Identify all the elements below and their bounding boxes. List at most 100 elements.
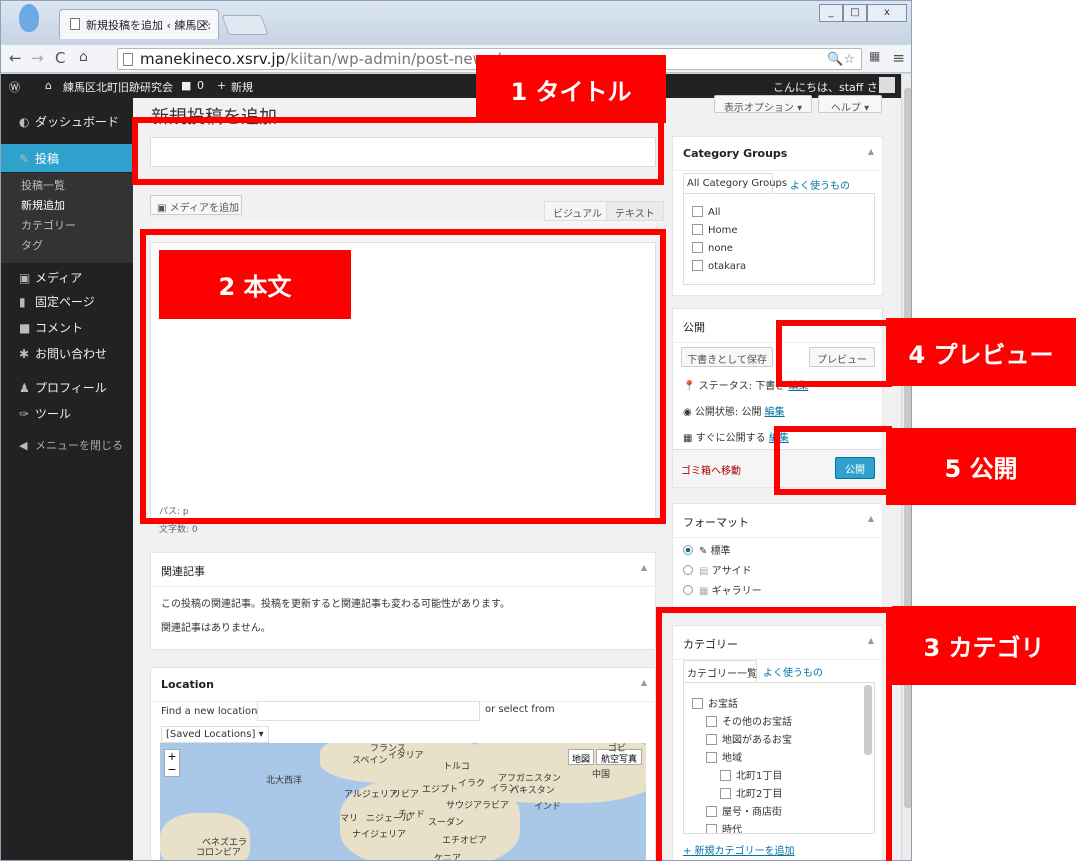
publish-title: 公開	[683, 321, 705, 334]
new-content-link[interactable]: 新規	[231, 79, 253, 95]
title-highlight-frame	[132, 117, 664, 185]
map-label: 中国	[592, 770, 611, 780]
new-tab-button[interactable]	[221, 15, 269, 35]
zoom-in-button[interactable]: +	[167, 750, 176, 763]
checkbox[interactable]	[692, 206, 703, 217]
back-icon[interactable]: ←	[9, 49, 22, 67]
list-item[interactable]: otakara	[692, 260, 746, 272]
option-label: 標準	[710, 546, 731, 557]
checkbox[interactable]	[692, 224, 703, 235]
extension-icon[interactable]: ▦	[869, 49, 880, 63]
map-label: コロンビア	[196, 848, 242, 858]
radio[interactable]	[683, 565, 693, 575]
comment-icon[interactable]: ■	[181, 79, 191, 92]
aside-icon: ▤	[699, 566, 712, 577]
sidebar-item-profile[interactable]: ♟ プロフィール	[1, 376, 133, 398]
schedule-text: すぐに公開する	[695, 433, 766, 444]
list-item[interactable]: Home	[692, 224, 738, 236]
map-label: アルジェリア	[344, 790, 398, 800]
map-label: チャド	[398, 810, 425, 820]
plus-icon[interactable]: +	[217, 79, 226, 92]
add-media-button[interactable]: ▣ メディアを追加	[150, 195, 242, 215]
list-item[interactable]: none	[692, 242, 733, 254]
sidebar-item-comments[interactable]: ■ コメント	[1, 316, 133, 338]
format-option-aside[interactable]: ▤ アサイド	[683, 562, 752, 577]
avatar[interactable]	[879, 77, 895, 93]
checkbox[interactable]	[692, 242, 703, 253]
maximize-button[interactable]: □	[843, 4, 867, 22]
pin-icon: ✎	[19, 152, 30, 166]
screen-options-button[interactable]: 表示オプション ▾	[714, 95, 812, 114]
minimize-button[interactable]: _	[819, 4, 843, 22]
location-input[interactable]	[257, 701, 480, 721]
page-icon	[123, 53, 133, 66]
related-title: 関連記事	[161, 565, 205, 578]
radio[interactable]	[683, 585, 693, 595]
page-icon	[70, 18, 80, 30]
saved-locations-select[interactable]: [Saved Locations] ▾	[161, 726, 269, 743]
format-option-gallery[interactable]: ▦ ギャラリー	[683, 582, 762, 597]
save-draft-button[interactable]: 下書きとして保存	[681, 347, 773, 367]
home-icon[interactable]: ⌂	[79, 49, 88, 65]
callout-publish: 5 公開	[886, 428, 1076, 505]
reload-icon[interactable]: C	[55, 49, 65, 67]
option-label: ギャラリー	[711, 586, 762, 597]
collapse-arrow-icon[interactable]: ▲	[868, 147, 874, 156]
sidebar-item-pages[interactable]: ▮ 固定ページ	[1, 290, 133, 312]
map-label: サウジアラビア	[446, 801, 510, 811]
related-none: 関連記事はありません。	[161, 623, 271, 634]
collapse-icon: ◀	[19, 439, 28, 452]
submenu-all-posts[interactable]: 投稿一覧	[21, 177, 65, 193]
user-icon: ♟	[19, 381, 30, 395]
collapse-arrow-icon[interactable]: ▲	[641, 563, 647, 572]
home-icon[interactable]: ⌂	[45, 79, 52, 92]
related-desc: この投稿の関連記事。投稿を更新すると関連記事も変わる可能性があります。	[161, 599, 510, 610]
close-tab-icon[interactable]: ×	[201, 17, 210, 30]
submenu-add-new[interactable]: 新規追加	[21, 197, 65, 213]
sidebar-item-contact[interactable]: ✱ お問い合わせ	[1, 342, 133, 364]
help-button[interactable]: ヘルプ ▾	[818, 95, 882, 114]
menu-icon[interactable]: ≡	[892, 49, 905, 67]
tab-text[interactable]: テキスト	[606, 201, 664, 221]
list-item[interactable]: All	[692, 206, 720, 218]
radio[interactable]	[683, 545, 693, 555]
wordpress-logo-icon[interactable]: Ⓦ	[9, 79, 20, 95]
format-box: フォーマット ▲ ✎ 標準 ▤ アサイド ▦ ギャラリー	[672, 503, 883, 609]
sidebar-item-label: メニューを閉じる	[35, 439, 123, 452]
close-window-button[interactable]: x	[867, 4, 907, 22]
sidebar-item-dashboard[interactable]: ◐ ダッシュボード	[1, 110, 133, 132]
checkbox[interactable]	[692, 260, 703, 271]
browser-tab[interactable]: 新規投稿を追加 ‹ 練馬区: ×	[59, 9, 219, 39]
zoom-control[interactable]: + −	[164, 749, 180, 777]
map-label: 北大西洋	[266, 776, 303, 786]
site-name[interactable]: 練馬区北町旧跡研究会	[63, 79, 173, 95]
trash-link[interactable]: ゴミ箱へ移動	[681, 462, 741, 477]
profile-icon[interactable]	[19, 4, 39, 32]
format-option-standard[interactable]: ✎ 標準	[683, 542, 731, 557]
pin-icon: 📍	[683, 381, 699, 392]
collapse-arrow-icon[interactable]: ▲	[641, 678, 647, 687]
edit-visibility-link[interactable]: 編集	[765, 407, 785, 418]
tab-all-category-groups[interactable]: All Category Groups	[683, 173, 787, 193]
submenu-categories[interactable]: カテゴリー	[21, 217, 76, 233]
submenu-tags[interactable]: タグ	[21, 237, 43, 253]
saved-locations-value: [Saved Locations]	[166, 729, 256, 740]
status-text: ステータス: 下書き	[698, 381, 786, 392]
sidebar-item-media[interactable]: ▣ メディア	[1, 266, 133, 288]
tab-popular-groups[interactable]: よく使うもの	[790, 177, 850, 192]
location-map[interactable]: + − 地図 航空写真 フランス スペイン イタリア トルコ 北大西洋 イラク ア…	[160, 743, 646, 860]
tab-visual[interactable]: ビジュアル	[544, 201, 611, 221]
forward-icon[interactable]: →	[31, 49, 44, 67]
sidebar-item-collapse[interactable]: ◀ メニューを閉じる	[1, 434, 133, 456]
collapse-arrow-icon[interactable]: ▲	[868, 514, 874, 523]
sidebar-item-tools[interactable]: ✑ ツール	[1, 402, 133, 424]
map-label: ゴビ	[608, 744, 627, 754]
url-host: manekineco.xsrv.jp	[140, 50, 286, 68]
map-type-map-button[interactable]: 地図	[568, 749, 594, 765]
zoom-out-button[interactable]: −	[167, 763, 176, 776]
tab-title: 新規投稿を追加 ‹ 練馬区:	[86, 19, 212, 32]
bookmark-star-icon[interactable]: 🔍☆	[827, 52, 855, 67]
map-label: リビア	[392, 790, 420, 800]
comment-count[interactable]: 0	[197, 79, 204, 92]
sidebar-item-posts[interactable]: ✎ 投稿	[1, 144, 133, 172]
